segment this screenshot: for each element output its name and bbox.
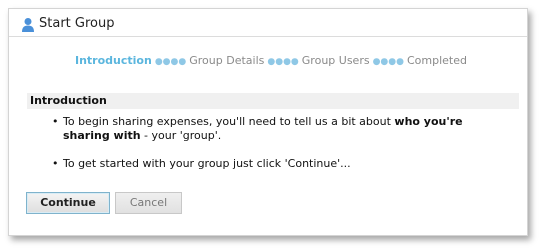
- dialog-title: Start Group: [39, 16, 115, 31]
- section-header: Introduction: [27, 93, 519, 109]
- wizard-steps: Introduction ●●●● Group Details ●●●● Group U…: [75, 54, 467, 69]
- step-completed: Completed: [407, 54, 467, 67]
- instruction-text-2: To get started with your group just clic…: [63, 157, 351, 170]
- step-separator: ●●●●: [267, 57, 299, 67]
- instructions-list: • To begin sharing expenses, you'll need…: [49, 115, 509, 185]
- step-introduction: Introduction: [75, 54, 152, 67]
- start-group-dialog: Start Group Introduction ●●●● Group Detail…: [8, 8, 528, 236]
- step-separator: ●●●●: [154, 57, 187, 67]
- continue-button[interactable]: Continue: [26, 192, 110, 214]
- step-group-details: Group Details: [189, 54, 265, 67]
- bullet-icon: •: [52, 115, 59, 128]
- cancel-button[interactable]: Cancel: [115, 192, 182, 214]
- instruction-text-1a: To begin sharing expenses, you'll need t…: [63, 115, 395, 128]
- step-separator: ●●●●: [372, 57, 404, 67]
- step-group-users: Group Users: [301, 54, 370, 67]
- instruction-text-1b: - your 'group'.: [140, 129, 222, 142]
- user-icon: [21, 17, 35, 33]
- bullet-icon: •: [52, 157, 59, 170]
- dialog-titlebar: Start Group: [9, 9, 527, 37]
- list-item: • To begin sharing expenses, you'll need…: [49, 115, 509, 143]
- list-item: • To get started with your group just cl…: [49, 157, 509, 171]
